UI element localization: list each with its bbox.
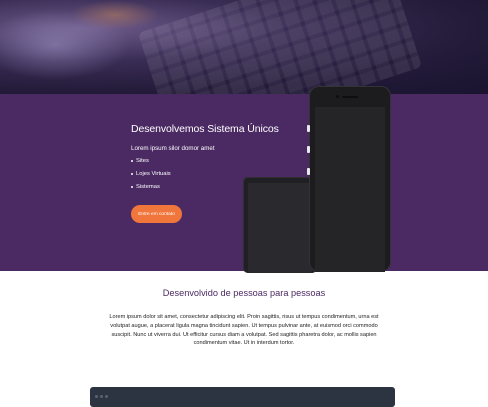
- phone-screen: [315, 107, 385, 272]
- phone-camera: [336, 95, 339, 98]
- promo-subtitle: Lorem ipsum silor domor amet: [131, 145, 215, 152]
- photo-keyboard: [137, 0, 423, 94]
- phone-side-button: [307, 168, 310, 175]
- phone-device-image: [309, 86, 391, 272]
- window-dot-icon: [105, 395, 108, 398]
- code-window-preview: [90, 387, 395, 407]
- phone-side-button: [307, 125, 310, 132]
- window-dot-icon: [100, 395, 103, 398]
- hero-laptop-photo: [0, 0, 488, 94]
- tablet-screen: [248, 183, 312, 273]
- section-title: Desenvolvido de pessoas para pessoas: [162, 288, 326, 298]
- list-item: Sites: [131, 158, 171, 171]
- window-dot-icon: [95, 395, 98, 398]
- list-item: Sistemas: [131, 184, 171, 197]
- photo-screen-glow: [70, 0, 160, 30]
- contact-button[interactable]: Entre em contato: [131, 205, 182, 223]
- phone-side-button: [307, 146, 310, 153]
- section-body-text: Lorem ipsum dolor sit amet, consectetur …: [109, 314, 379, 347]
- phone-speaker: [342, 96, 358, 98]
- list-item: Lojes Virtuais: [131, 171, 171, 184]
- promo-title: Desenvolvemos Sistema Únicos: [131, 123, 279, 135]
- tablet-device-image: [243, 177, 317, 273]
- services-list: Sites Lojes Virtuais Sistemas: [131, 158, 171, 197]
